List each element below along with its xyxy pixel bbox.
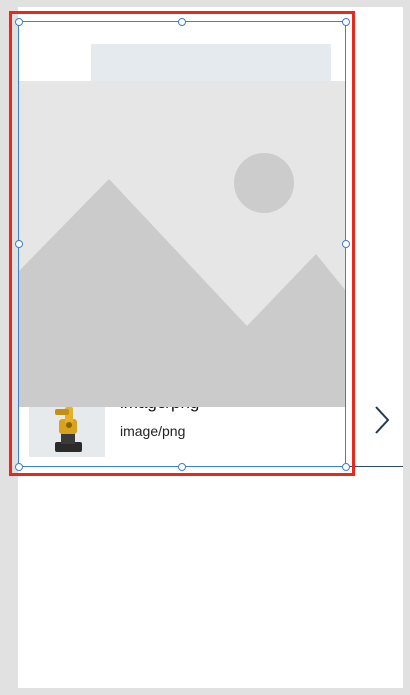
resize-handle-top-left[interactable]	[15, 18, 23, 26]
resize-handle-bottom-right[interactable]	[342, 463, 350, 471]
chevron-right-icon[interactable]	[372, 404, 392, 436]
resize-handle-bottom-left[interactable]	[15, 463, 23, 471]
resize-handle-bottom[interactable]	[178, 463, 186, 471]
resize-handle-top-right[interactable]	[342, 18, 350, 26]
resize-handle-right[interactable]	[342, 240, 350, 248]
resize-handle-left[interactable]	[15, 240, 23, 248]
resize-handle-top[interactable]	[178, 18, 186, 26]
selection-frame[interactable]	[18, 21, 346, 467]
